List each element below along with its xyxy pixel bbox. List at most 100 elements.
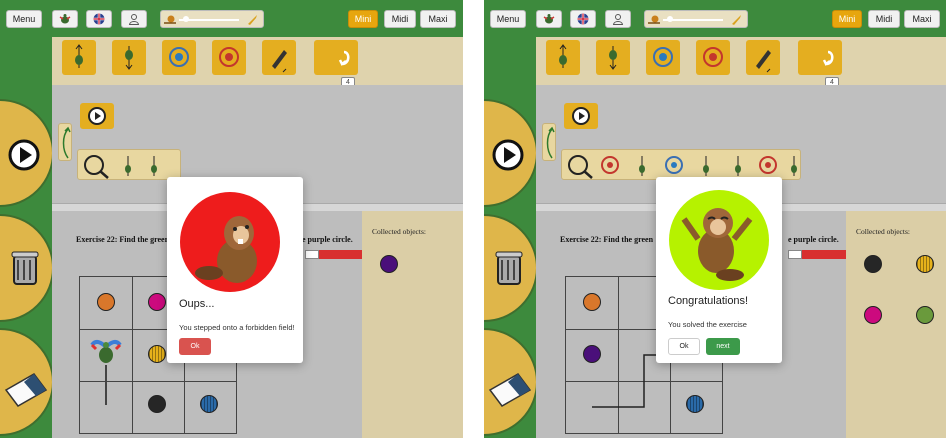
move-forward-block[interactable] bbox=[62, 40, 96, 75]
program-sequence[interactable] bbox=[77, 149, 181, 180]
next-button[interactable]: next bbox=[706, 338, 740, 355]
beaver-sad-icon bbox=[180, 192, 280, 292]
black-circle bbox=[148, 395, 166, 413]
top-toolbar: Menu Mini Midi Maxi bbox=[0, 0, 463, 37]
collected-purple-circle bbox=[380, 255, 398, 273]
repeat-icon bbox=[822, 50, 834, 66]
turtle-character-button[interactable] bbox=[536, 10, 562, 28]
curved-arrow-icon bbox=[62, 126, 71, 159]
collected-yellow-circle bbox=[916, 255, 934, 273]
eraser-button[interactable] bbox=[484, 328, 538, 436]
turn-left-block[interactable] bbox=[162, 40, 196, 75]
ok-button[interactable]: Ok bbox=[668, 338, 700, 355]
start-block[interactable] bbox=[80, 103, 114, 129]
play-icon bbox=[492, 139, 524, 171]
snail-icon bbox=[164, 15, 176, 24]
rotate-right-icon bbox=[219, 47, 239, 67]
turtle-character-button[interactable] bbox=[52, 10, 78, 28]
move-forward-block[interactable] bbox=[546, 40, 580, 75]
run-button[interactable] bbox=[484, 99, 538, 207]
right-panel: Menu Mini Midi Maxi 4 Exercise 22: Find … bbox=[484, 0, 946, 438]
menu-button[interactable]: Menu bbox=[490, 10, 526, 28]
play-icon bbox=[88, 107, 106, 125]
rocket-icon bbox=[732, 15, 741, 25]
magenta-circle bbox=[148, 293, 166, 311]
dialog-title: Congratulations! bbox=[668, 295, 749, 307]
user-button[interactable] bbox=[605, 10, 631, 28]
language-button[interactable] bbox=[570, 10, 596, 28]
turn-left-block[interactable] bbox=[646, 40, 680, 75]
pen-trail bbox=[105, 365, 107, 405]
top-toolbar: Menu Mini Midi Maxi bbox=[484, 0, 946, 37]
uk-flag-icon bbox=[93, 13, 105, 25]
turtle-backward-icon bbox=[609, 46, 617, 70]
collected-title: Collected objects: bbox=[856, 227, 910, 236]
arrow-connector bbox=[58, 123, 72, 161]
pen-icon bbox=[756, 50, 771, 73]
pen-block[interactable] bbox=[746, 40, 780, 75]
slider-minus[interactable] bbox=[788, 250, 802, 259]
rotate-left-icon bbox=[653, 47, 673, 67]
turtle-forward-icon bbox=[559, 44, 567, 68]
run-button[interactable] bbox=[0, 99, 54, 207]
block-palette: 4 bbox=[536, 37, 946, 88]
menu-button[interactable]: Menu bbox=[6, 10, 42, 28]
dialog-title: Oups... bbox=[179, 298, 215, 310]
dialog-message: You solved the exercise bbox=[668, 320, 747, 329]
size-maxi-button[interactable]: Maxi bbox=[904, 10, 940, 28]
trash-icon bbox=[11, 251, 39, 285]
turn-right-block[interactable] bbox=[212, 40, 246, 75]
sequence-blocks bbox=[84, 155, 157, 179]
beaver-happy-icon bbox=[669, 190, 769, 290]
size-mini-button[interactable]: Mini bbox=[832, 10, 862, 28]
speed-knob[interactable] bbox=[183, 16, 189, 22]
speed-slider[interactable] bbox=[160, 10, 264, 28]
rotate-left-icon bbox=[169, 47, 189, 67]
user-icon bbox=[128, 14, 140, 25]
pen-block[interactable] bbox=[262, 40, 296, 75]
ok-button[interactable]: Ok bbox=[179, 338, 211, 355]
speed-knob[interactable] bbox=[667, 16, 673, 22]
size-midi-button[interactable]: Midi bbox=[868, 10, 900, 28]
user-button[interactable] bbox=[121, 10, 147, 28]
move-backward-block[interactable] bbox=[112, 40, 146, 75]
turtle-icon bbox=[90, 339, 122, 363]
repeat-block[interactable] bbox=[314, 40, 358, 75]
play-icon bbox=[8, 139, 40, 171]
pen-icon bbox=[272, 50, 287, 73]
move-backward-block[interactable] bbox=[596, 40, 630, 75]
program-sequence[interactable] bbox=[561, 149, 801, 180]
left-panel: Menu Mini Midi Maxi 4 Exercise 22: Find … bbox=[0, 0, 463, 438]
turn-right-block[interactable] bbox=[696, 40, 730, 75]
collected-black-circle bbox=[864, 255, 882, 273]
size-maxi-button[interactable]: Maxi bbox=[420, 10, 456, 28]
left-sidebar bbox=[0, 37, 54, 438]
collected-green-circle bbox=[916, 306, 934, 324]
trash-icon bbox=[495, 251, 523, 285]
user-icon bbox=[612, 14, 624, 25]
size-mini-button[interactable]: Mini bbox=[348, 10, 378, 28]
slider-fill bbox=[319, 250, 362, 259]
slider-minus[interactable] bbox=[305, 250, 319, 259]
trash-button[interactable] bbox=[0, 214, 54, 322]
exercise-title: Exercise 22: Find the greer bbox=[76, 235, 169, 244]
turtle-icon bbox=[543, 14, 555, 24]
curved-arrow-icon bbox=[546, 126, 555, 159]
speed-slider[interactable] bbox=[644, 10, 748, 28]
repeat-block[interactable] bbox=[798, 40, 842, 75]
repeat-icon bbox=[338, 50, 350, 66]
arrow-connector bbox=[542, 123, 556, 161]
dialog-message: You stepped onto a forbidden field! bbox=[179, 323, 295, 332]
size-midi-button[interactable]: Midi bbox=[384, 10, 416, 28]
language-button[interactable] bbox=[86, 10, 112, 28]
start-block[interactable] bbox=[564, 103, 598, 129]
turtle-backward-icon bbox=[125, 46, 133, 70]
turtle-icon bbox=[59, 14, 71, 24]
exercise-title: Exercise 22: Find the green bbox=[560, 235, 654, 244]
collected-panel: Collected objects: bbox=[846, 211, 946, 438]
collected-title: Collected objects: bbox=[372, 227, 426, 236]
eraser-button[interactable] bbox=[0, 328, 54, 436]
collected-magenta-circle bbox=[864, 306, 882, 324]
trash-button[interactable] bbox=[484, 214, 538, 322]
left-sidebar bbox=[484, 37, 538, 438]
